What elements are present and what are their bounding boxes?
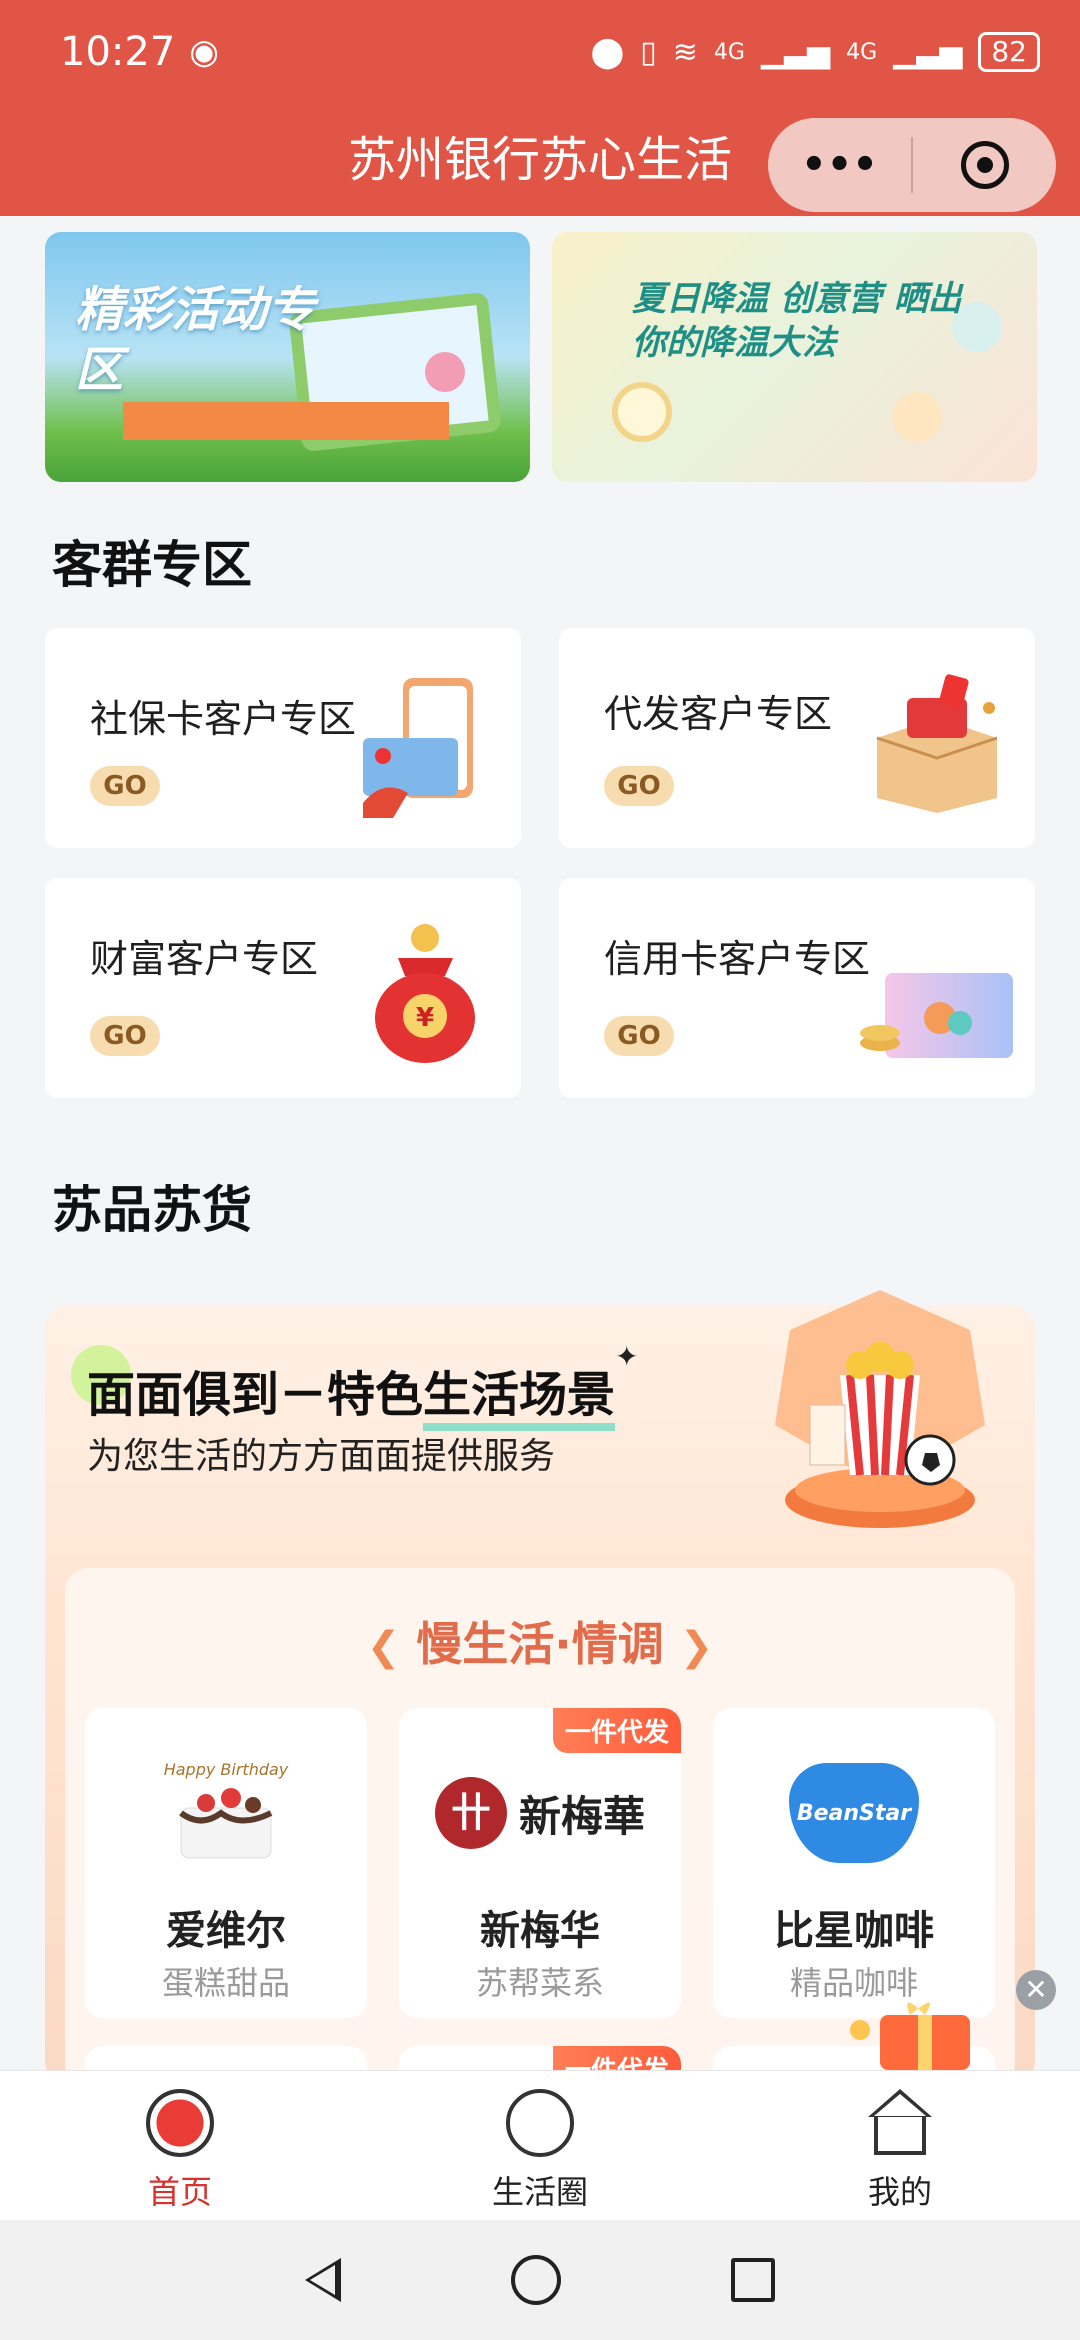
recent-apps-icon[interactable] <box>731 2258 775 2302</box>
bottom-tab-bar: 首页 生活圈 我的 <box>0 2070 1080 2220</box>
cake-icon: Happy Birthday <box>164 1760 289 1859</box>
product-name: 爱维尔 <box>166 1908 286 1954</box>
card-label: 财富客户专区 <box>90 937 319 981</box>
signal-label-b: 4G <box>846 39 878 65</box>
card-label: 代发客户专区 <box>604 692 833 736</box>
go-button[interactable]: GO <box>90 1016 160 1056</box>
signal-icon-a: ▁▃▅ <box>760 34 831 70</box>
close-button[interactable] <box>913 118 1056 212</box>
more-dots-icon[interactable]: ••• <box>768 118 911 212</box>
svg-text:Happy Birthday: Happy Birthday <box>164 1760 289 1779</box>
panel-title-b: 生活场景 <box>423 1367 616 1431</box>
product-name: 新梅华 <box>480 1908 600 1954</box>
card-label: 信用卡客户专区 <box>604 937 871 981</box>
heart-logo-icon: BeanStar <box>789 1763 919 1863</box>
banner-redaction-bar <box>123 402 449 440</box>
location-icon: ⬤ <box>590 34 625 70</box>
slow-life-title-text: 慢生活·情调 <box>416 1617 664 1671</box>
go-button[interactable]: GO <box>90 766 160 806</box>
card-label: 社保卡客户专区 <box>90 697 357 741</box>
mini-program-capsule: ••• <box>768 118 1056 212</box>
tab-mine[interactable]: 我的 <box>720 2071 1080 2220</box>
banner-activities-text: 精彩活动专区 <box>75 282 316 398</box>
xinmeihua-logo: 卄 新梅華 <box>409 1748 671 1878</box>
credit-card-icon <box>860 973 1013 1058</box>
target-icon <box>960 141 1009 189</box>
panel-title: 面面俱到－特色生活场景 <box>87 1355 616 1431</box>
header-bar: 10:27 ◉ ⬤ ▯ ≋ 4G ▁▃▅ 4G ▁▃▅ 82 苏州银行苏心生活 … <box>0 0 1080 216</box>
product-category: 苏帮菜系 <box>475 1964 604 2002</box>
tab-label: 生活圈 <box>491 2173 588 2211</box>
banner-summer-text: 夏日降温 创意营 晒出你的降温大法 <box>632 279 962 363</box>
banner-activities[interactable]: 精彩活动专区 <box>45 232 530 482</box>
section-title-customer: 客群专区 <box>52 536 252 594</box>
status-bar: 10:27 ◉ ⬤ ▯ ≋ 4G ▁▃▅ 4G ▁▃▅ 82 <box>60 22 1040 82</box>
go-button[interactable]: GO <box>604 766 674 806</box>
money-bag-icon: ¥ <box>375 924 475 1063</box>
card-wealth[interactable]: 财富客户专区 GO ¥ <box>45 878 521 1098</box>
cake-logo: Happy Birthday <box>125 1748 327 1878</box>
signal-label-a: 4G <box>713 39 745 65</box>
home-circle-icon[interactable] <box>511 2255 561 2305</box>
product-name: 比星咖啡 <box>774 1908 934 1954</box>
svg-text:¥: ¥ <box>416 1003 434 1033</box>
system-navigation-bar <box>0 2220 1080 2340</box>
flower-illustration <box>425 352 465 392</box>
status-icons: ⬤ ▯ ≋ 4G ▁▃▅ 4G ▁▃▅ 82 <box>591 32 1040 72</box>
battery-indicator: 82 <box>978 32 1040 72</box>
house-icon <box>864 2089 936 2157</box>
circle-icon <box>506 2089 574 2157</box>
back-icon[interactable] <box>305 2258 341 2302</box>
product-card-xinmeihua[interactable]: 一件代发 卄 新梅華 新梅华 苏帮菜系 <box>399 1708 681 2018</box>
page-title-text: 苏州银行苏心生活 <box>347 132 732 188</box>
beanstar-logo: BeanStar <box>753 1748 955 1878</box>
panel-title-a: 面面俱到－特色 <box>87 1367 424 1423</box>
flower-illustration <box>892 392 942 442</box>
wing-left-icon: ❮ <box>366 1624 401 1670</box>
phone-card-icon <box>363 678 473 818</box>
home-icon <box>146 2089 214 2157</box>
product-card-beanstar[interactable]: BeanStar 比星咖啡 精品咖啡 <box>713 1708 995 2018</box>
signal-icon-b: ▁▃▅ <box>893 34 963 70</box>
sparkle-icon: ✦ <box>615 1340 639 1373</box>
panel-subtitle: 为您生活的方方面面提供服务 <box>87 1436 556 1477</box>
gift-box-icon <box>876 674 998 813</box>
status-time: 10:27 <box>60 29 176 75</box>
tab-home[interactable]: 首页 <box>0 2071 360 2220</box>
card-credit[interactable]: 信用卡客户专区 GO <box>559 878 1035 1098</box>
card-social-security[interactable]: 社保卡客户专区 GO <box>45 628 521 848</box>
floating-gift-icon[interactable] <box>830 1990 1010 2070</box>
close-float-button[interactable]: ✕ <box>1016 1970 1056 2010</box>
section-title-goods: 苏品苏货 <box>52 1181 252 1239</box>
card-payroll[interactable]: 代发客户专区 GO <box>559 628 1035 848</box>
flower-illustration <box>612 382 672 442</box>
vibrate-icon: ▯ <box>640 34 657 70</box>
xinmeihua-emblem-icon: 卄 <box>434 1777 507 1849</box>
eye-icon: ◉ <box>189 32 219 72</box>
tab-label: 我的 <box>867 2173 932 2211</box>
product-card-aiweier[interactable]: Happy Birthday 爱维尔 蛋糕甜品 <box>85 1708 367 2018</box>
go-button[interactable]: GO <box>604 1016 674 1056</box>
life-scene-panel: 面面俱到－特色生活场景 ✦ 为您生活的方方面面提供服务 ❮ 慢生活·情调 ❯ H… <box>45 1290 1035 2106</box>
product-category: 蛋糕甜品 <box>161 1964 290 2002</box>
popcorn-podium-illustration <box>775 1290 985 1528</box>
tab-label: 首页 <box>147 2173 212 2211</box>
wing-right-icon: ❯ <box>679 1624 714 1670</box>
tab-life-circle[interactable]: 生活圈 <box>360 2071 720 2220</box>
xinmeihua-logo-text: 新梅華 <box>518 1791 645 1841</box>
slow-life-title: ❮ 慢生活·情调 ❯ <box>65 1608 1015 1674</box>
dropship-tag: 一件代发 <box>552 1708 681 1753</box>
banner-summer[interactable]: 夏日降温 创意营 晒出你的降温大法 <box>552 232 1037 482</box>
wifi-icon: ≋ <box>672 34 698 70</box>
